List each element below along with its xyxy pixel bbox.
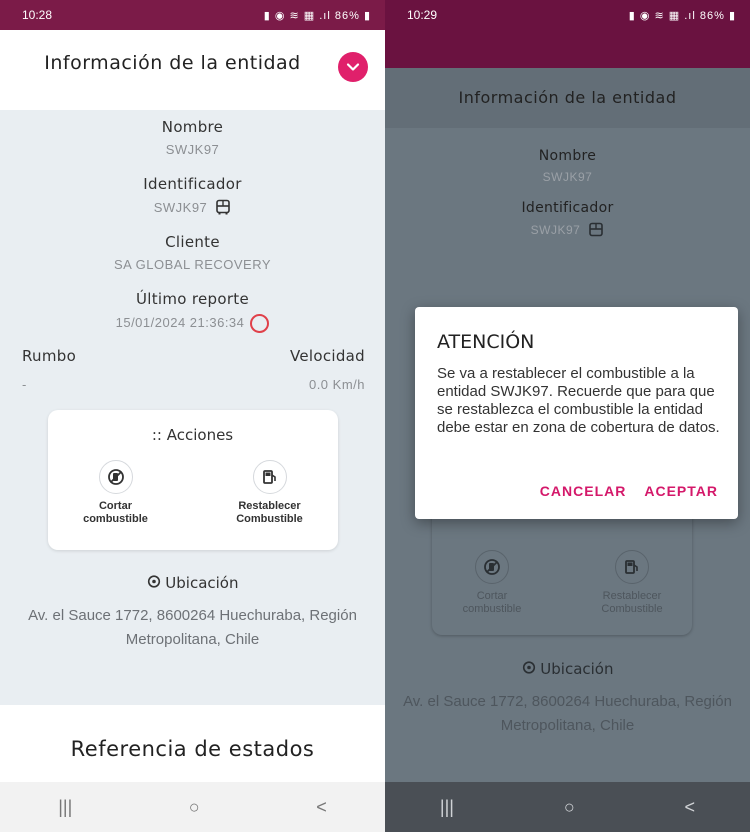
collapse-button[interactable] <box>338 52 368 82</box>
home-button[interactable]: ○ <box>189 797 200 818</box>
nombre-label: Nombre <box>161 118 224 136</box>
back-button[interactable]: < <box>316 797 327 818</box>
dialog-actions: CANCELAR ACEPTAR <box>540 483 718 499</box>
nombre-label: Nombre <box>538 148 597 164</box>
dialog-message: Se va a restablecer el combustible a la … <box>437 365 720 436</box>
nombre-value: SWJK97 <box>165 142 220 157</box>
actions-card: :: Acciones Cortar combustible Restablec… <box>47 410 338 550</box>
rumbo-velocidad: Rumbo - Velocidad 0.0 Km/h <box>0 347 385 392</box>
page-title: Información de la entidad <box>458 88 677 107</box>
status-bar: 10:28 ▮ ◉ ≋ ▦ .ıl 86% ▮ <box>0 0 385 30</box>
nombre-value: SWJK97 <box>542 170 593 184</box>
status-icons: ▮ ◉ ≋ ▦ .ıl 86% ▮ <box>628 9 736 22</box>
identificador-value: SWJK97 <box>153 199 208 215</box>
status-time: 10:29 <box>407 8 438 22</box>
restore-fuel-button: Restablecer Combustible <box>572 550 692 616</box>
system-navbar: ||| ○ < <box>385 782 750 832</box>
ubicacion-label: Ubicación <box>540 660 614 678</box>
entity-info-header: Información de la entidad <box>0 30 385 110</box>
ultimo-reporte-label: Último reporte <box>136 290 249 308</box>
location-pin-icon <box>522 661 535 674</box>
back-button[interactable]: < <box>685 797 696 818</box>
location-pin-icon <box>147 575 160 588</box>
restore-fuel-label: Restablecer Combustible <box>601 590 663 615</box>
identificador-value: SWJK97 <box>530 223 581 237</box>
restore-fuel-button[interactable]: Restablecer Combustible <box>210 460 330 526</box>
recent-apps-button[interactable]: ||| <box>440 797 454 818</box>
bus-icon <box>216 199 231 215</box>
restore-fuel-icon <box>252 460 287 494</box>
identificador-row: SWJK97 <box>385 222 750 238</box>
ultimo-reporte-value: 15/01/2024 21:36:34 <box>115 314 245 330</box>
cut-fuel-button: Cortar combustible <box>432 550 552 616</box>
identificador-row: SWJK97 <box>0 199 385 215</box>
acciones-title: :: Acciones <box>151 426 234 444</box>
left-screen: 10:28 ▮ ◉ ≋ ▦ .ıl 86% ▮ Información de l… <box>0 0 385 832</box>
cliente-label: Cliente <box>165 233 220 251</box>
dialog-title: ATENCIÓN <box>437 331 535 353</box>
cancel-button[interactable]: CANCELAR <box>540 483 627 499</box>
entity-info: Nombre SWJK97 Identificador SWJK97 <box>385 128 750 238</box>
confirm-dialog: ATENCIÓN Se va a restablecer el combusti… <box>415 307 738 519</box>
status-time: 10:28 <box>22 8 53 22</box>
identificador-label: Identificador <box>143 175 242 193</box>
ultimo-reporte-row: 15/01/2024 21:36:34 <box>0 314 385 333</box>
system-navbar: ||| ○ < <box>0 782 385 832</box>
status-icons: ▮ ◉ ≋ ▦ .ıl 86% ▮ <box>263 9 371 22</box>
referencia-section: Referencia de estados <box>0 705 385 785</box>
app-bar <box>385 30 750 68</box>
actions-card: Cortar combustible Restablecer Combustib… <box>432 500 692 635</box>
ubicacion-title: Ubicación <box>0 574 385 592</box>
cut-fuel-icon <box>98 460 133 494</box>
home-button[interactable]: ○ <box>564 797 575 818</box>
referencia-title: Referencia de estados <box>70 737 315 761</box>
chevron-down-icon <box>346 63 360 71</box>
status-bar: 10:29 ▮ ◉ ≋ ▦ .ıl 86% ▮ <box>385 0 750 30</box>
cut-fuel-label: Cortar combustible <box>83 500 148 525</box>
restore-fuel-icon <box>615 550 649 584</box>
entity-info-header: Información de la entidad <box>385 68 750 128</box>
cut-fuel-button[interactable]: Cortar combustible <box>56 460 176 526</box>
restore-fuel-label: Restablecer Combustible <box>236 500 303 525</box>
ubicacion-value: Av. el Sauce 1772, 8600264 Huechuraba, R… <box>403 693 732 734</box>
accept-button[interactable]: ACEPTAR <box>644 483 718 499</box>
page-title: Información de la entidad <box>44 52 301 74</box>
entity-info: Nombre SWJK97 Identificador SWJK97 Clien… <box>0 110 385 333</box>
ubicacion-title: Ubicación <box>385 660 750 678</box>
recent-apps-button[interactable]: ||| <box>58 797 72 818</box>
bus-icon <box>589 222 604 237</box>
ubicacion-block: Ubicación Av. el Sauce 1772, 8600264 Hue… <box>385 660 750 738</box>
cliente-value: SA GLOBAL RECOVERY <box>113 257 272 272</box>
ubicacion-label: Ubicación <box>165 574 239 592</box>
velocidad-label: Velocidad <box>289 347 365 365</box>
status-ring-icon <box>250 314 270 333</box>
rumbo-label: Rumbo <box>22 347 77 365</box>
cut-fuel-label: Cortar combustible <box>462 590 522 615</box>
velocidad-value: 0.0 Km/h <box>308 377 365 392</box>
right-screen: 10:29 ▮ ◉ ≋ ▦ .ıl 86% ▮ Información de l… <box>385 0 750 832</box>
rumbo-value: - <box>22 377 27 392</box>
identificador-label: Identificador <box>521 200 614 216</box>
cut-fuel-icon <box>475 550 509 584</box>
ubicacion-value: Av. el Sauce 1772, 8600264 Huechuraba, R… <box>28 607 357 648</box>
